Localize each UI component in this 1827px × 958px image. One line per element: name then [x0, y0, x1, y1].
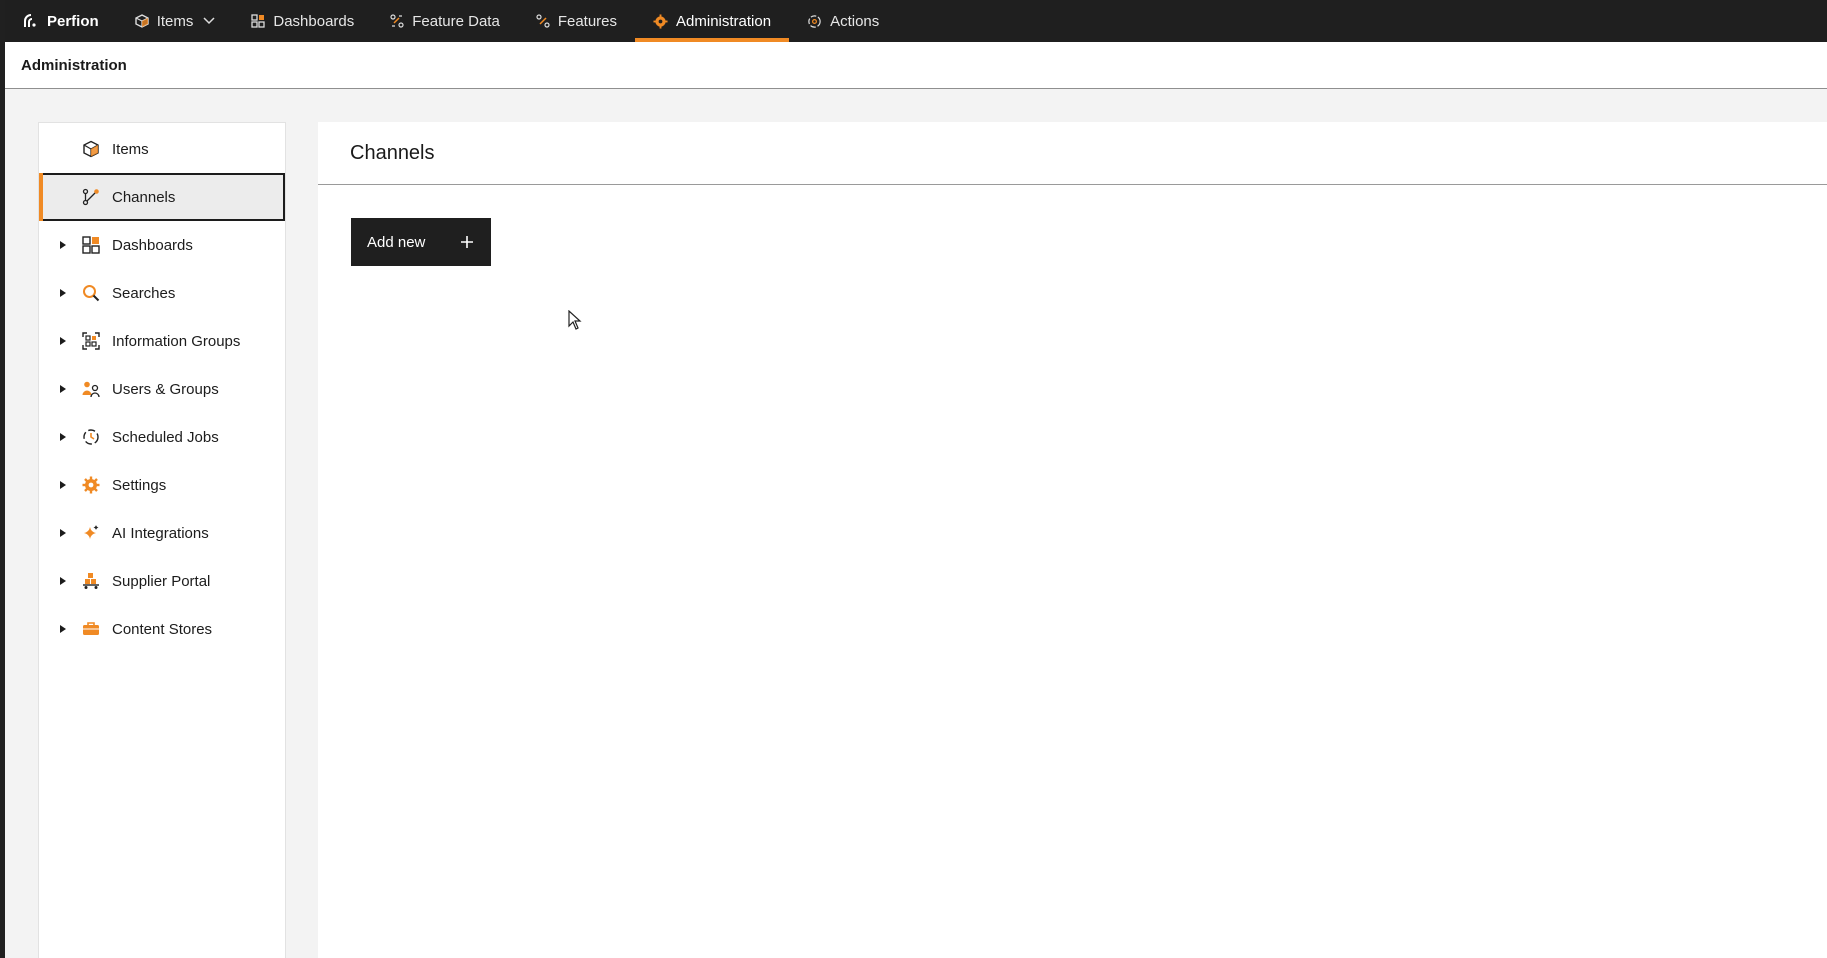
- app-window: Perfion Items Dashboards Feature Data Fe…: [0, 0, 1827, 958]
- cube-icon: [80, 138, 102, 160]
- sidebar-item-supplier-portal[interactable]: Supplier Portal: [39, 557, 285, 605]
- sidebar-item-label: Supplier Portal: [112, 572, 211, 590]
- sidebar-item-dashboards[interactable]: Dashboards: [39, 221, 285, 269]
- add-new-button[interactable]: Add new: [351, 218, 491, 266]
- scheduled-jobs-icon: [80, 426, 102, 448]
- sidebar-item-label: AI Integrations: [112, 524, 209, 542]
- sidebar-item-label: Searches: [112, 284, 176, 302]
- chevron-down-icon: [203, 17, 215, 25]
- sidebar-item-label: Channels: [112, 188, 176, 206]
- caret-right-icon[interactable]: [54, 289, 72, 297]
- caret-right-icon[interactable]: [54, 385, 72, 393]
- page-title: Channels: [350, 141, 435, 164]
- add-new-label: Add new: [367, 233, 426, 251]
- sidebar-item-ai-integrations[interactable]: AI Integrations: [39, 509, 285, 557]
- sidebar-item-searches[interactable]: Searches: [39, 269, 285, 317]
- nav-features[interactable]: Features: [518, 0, 635, 42]
- sidebar-item-label: Content Stores: [112, 620, 213, 638]
- caret-right-icon[interactable]: [54, 481, 72, 489]
- brand-name: Perfion: [47, 12, 99, 30]
- nav-feature-data[interactable]: Feature Data: [372, 0, 518, 42]
- caret-right-icon[interactable]: [54, 337, 72, 345]
- sidebar-item-content-stores[interactable]: Content Stores: [39, 605, 285, 653]
- nav-items[interactable]: Items: [117, 0, 234, 42]
- nav-actions-label: Actions: [830, 12, 880, 30]
- channels-icon: [80, 186, 102, 208]
- nav-items-label: Items: [156, 12, 194, 30]
- grid-icon: [80, 234, 102, 256]
- plus-icon: [461, 232, 473, 252]
- cube-icon: [134, 14, 149, 28]
- sidebar-item-information-groups[interactable]: Information Groups: [39, 317, 285, 365]
- sidebar-item-label: Users & Groups: [112, 380, 219, 398]
- sidebar-item-settings[interactable]: Settings: [39, 461, 285, 509]
- window-edge: [0, 0, 5, 958]
- sidebar-item-scheduled-jobs[interactable]: Scheduled Jobs: [39, 413, 285, 461]
- top-navigation-bar: Perfion Items Dashboards Feature Data Fe…: [5, 0, 1827, 42]
- sidebar-item-items[interactable]: Items: [39, 125, 285, 173]
- users-icon: [80, 378, 102, 400]
- nav-features-label: Features: [557, 12, 618, 30]
- nav-feature-data-label: Feature Data: [412, 12, 500, 30]
- search-icon: [80, 282, 102, 304]
- sidebar-item-label: Information Groups: [112, 332, 241, 350]
- nav-administration-label: Administration: [676, 12, 772, 30]
- mouse-pointer-icon: [568, 309, 582, 335]
- nav-dashboards-label: Dashboards: [273, 12, 355, 30]
- gear-icon: [653, 13, 668, 29]
- sidebar-item-label: Scheduled Jobs: [112, 428, 219, 446]
- caret-right-icon[interactable]: [54, 625, 72, 633]
- caret-right-icon[interactable]: [54, 241, 72, 249]
- sidebar-item-channels[interactable]: Channels: [39, 173, 285, 221]
- caret-right-icon[interactable]: [54, 433, 72, 441]
- admin-sidebar: Items Channels Dashboards Searches Infor…: [38, 122, 286, 958]
- sidebar-item-users-groups[interactable]: Users & Groups: [39, 365, 285, 413]
- actions-icon: [807, 14, 822, 29]
- supplier-portal-icon: [80, 570, 102, 592]
- feature-data-icon: [390, 14, 404, 28]
- breadcrumb-title: Administration: [21, 56, 127, 74]
- page-header: Channels: [318, 122, 1827, 185]
- nav-dashboards[interactable]: Dashboards: [233, 0, 372, 42]
- nav-actions[interactable]: Actions: [789, 0, 897, 42]
- nav-administration[interactable]: Administration: [635, 0, 790, 42]
- grid-icon: [251, 14, 266, 28]
- information-groups-icon: [80, 330, 102, 352]
- caret-right-icon[interactable]: [54, 529, 72, 537]
- brand-logo[interactable]: Perfion: [5, 0, 117, 42]
- sidebar-item-label: Items: [112, 140, 149, 158]
- breadcrumb: Administration: [5, 42, 1827, 89]
- main-panel: Channels Add new: [318, 122, 1827, 958]
- caret-right-icon[interactable]: [54, 577, 72, 585]
- sidebar-item-label: Dashboards: [112, 236, 193, 254]
- sidebar-item-label: Settings: [112, 476, 167, 494]
- features-icon: [536, 14, 550, 28]
- gear-icon: [80, 474, 102, 496]
- perfion-logo-icon: [24, 14, 36, 27]
- sparkle-icon: [80, 522, 102, 544]
- briefcase-icon: [80, 618, 102, 640]
